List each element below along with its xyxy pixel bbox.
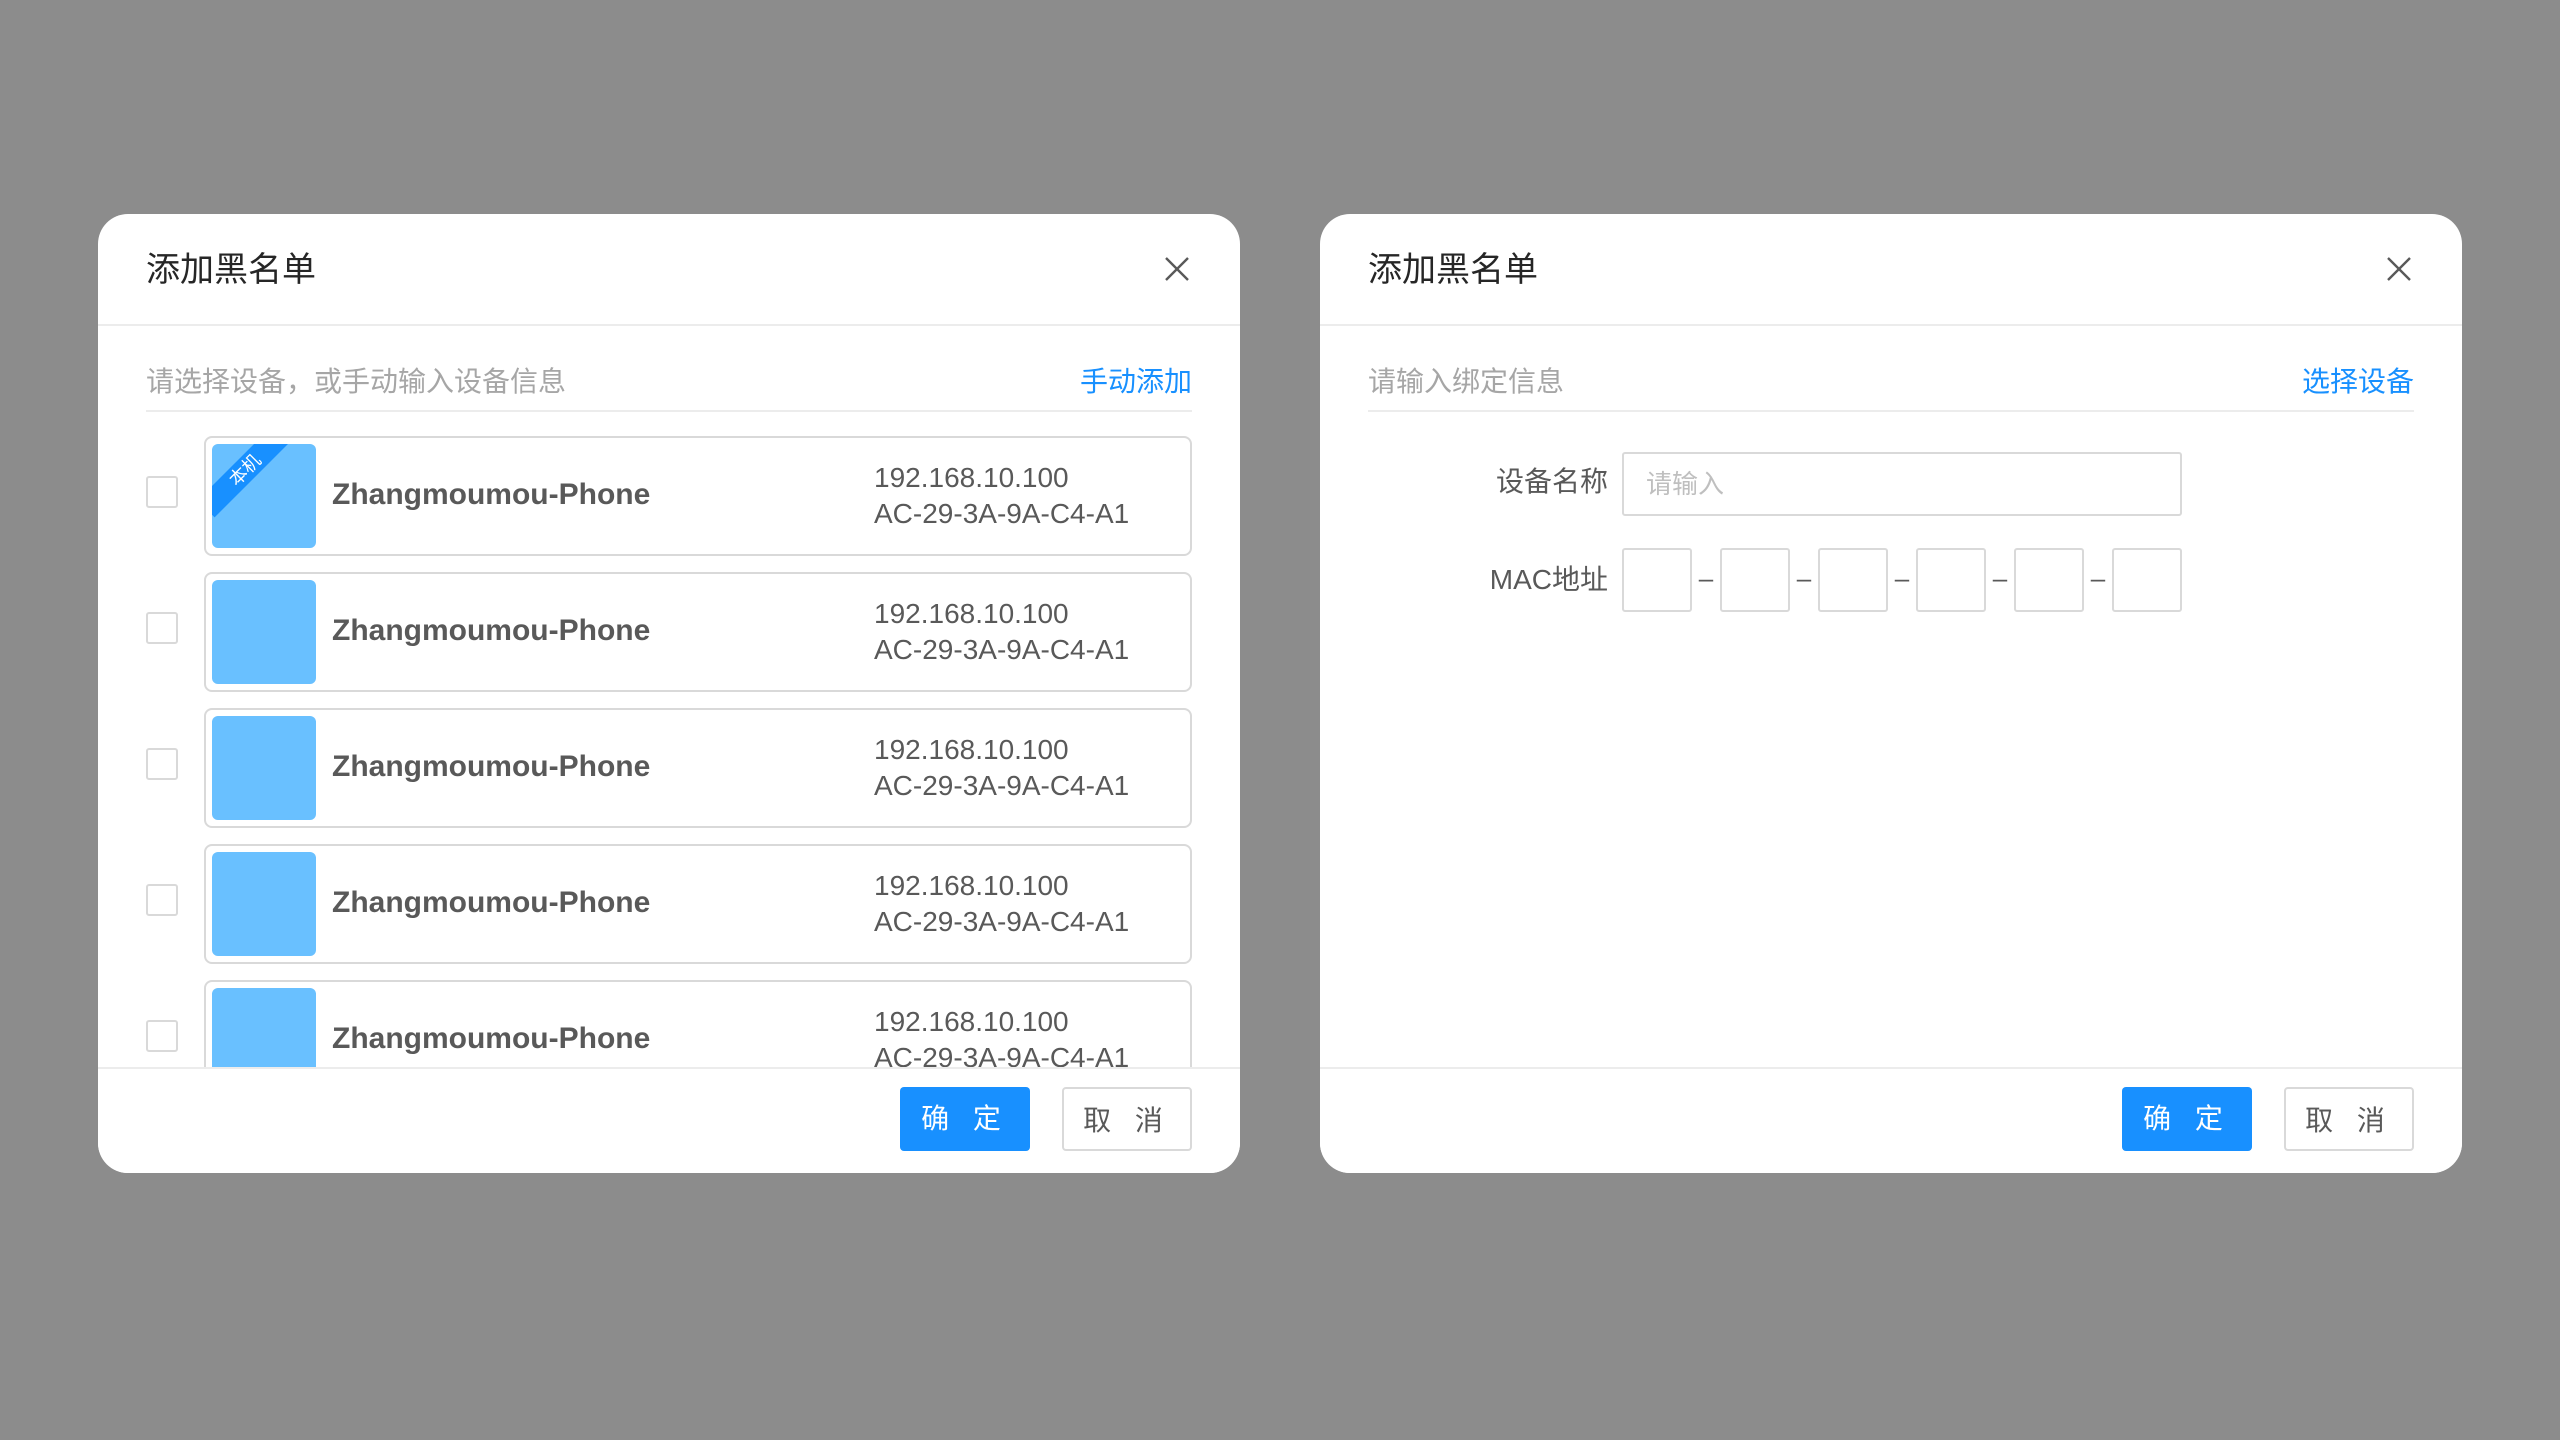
local-device-tag: 本机 bbox=[212, 444, 293, 518]
device-ip: 192.168.10.100 bbox=[874, 1006, 1069, 1037]
device-card[interactable]: Zhangmoumou-Phone 192.168.10.100 AC-29-3… bbox=[204, 844, 1192, 964]
mac-address-label: MAC地址 bbox=[1489, 564, 1608, 595]
device-checkbox[interactable] bbox=[146, 1020, 178, 1052]
device-name: Zhangmoumou-Phone bbox=[332, 478, 651, 511]
close-button[interactable] bbox=[1160, 252, 1194, 286]
device-ip: 192.168.10.100 bbox=[874, 462, 1069, 493]
binding-hint-text: 请输入绑定信息 bbox=[1368, 366, 1565, 397]
sub-header: 请选择设备，或手动输入设备信息 手动添加 bbox=[146, 364, 1192, 412]
device-card[interactable]: Zhangmoumou-Phone 192.168.10.100 AC-29-3… bbox=[204, 572, 1192, 692]
device-mac: AC-29-3A-9A-C4-A1 bbox=[874, 498, 1130, 529]
device-list[interactable]: 本机 Zhangmoumou-Phone 192.168.10.100 AC-2… bbox=[146, 436, 1192, 1173]
device-mac: AC-29-3A-9A-C4-A1 bbox=[874, 634, 1130, 665]
device-thumbnail: 本机 bbox=[212, 444, 316, 548]
list-item: Zhangmoumou-Phone 192.168.10.100 AC-29-3… bbox=[146, 844, 1192, 964]
device-ip: 192.168.10.100 bbox=[874, 870, 1069, 901]
mac-segment-input-3[interactable] bbox=[1818, 548, 1888, 612]
list-item: Zhangmoumou-Phone 192.168.10.100 AC-29-3… bbox=[146, 572, 1192, 692]
close-icon bbox=[1165, 257, 1189, 281]
device-checkbox[interactable] bbox=[146, 884, 178, 916]
dialog-title: 添加黑名单 bbox=[146, 251, 316, 289]
dialog-title: 添加黑名单 bbox=[1368, 251, 1538, 289]
dialog-header: 添加黑名单 bbox=[98, 214, 1240, 326]
device-name-label: 设备名称 bbox=[1495, 466, 1608, 497]
device-thumbnail bbox=[212, 580, 316, 684]
confirm-button[interactable]: 确 定 bbox=[900, 1087, 1030, 1151]
mac-separator: – bbox=[1894, 563, 1910, 593]
device-thumbnail bbox=[212, 852, 316, 956]
device-name: Zhangmoumou-Phone bbox=[332, 1022, 651, 1055]
device-mac: AC-29-3A-9A-C4-A1 bbox=[874, 770, 1130, 801]
device-name: Zhangmoumou-Phone bbox=[332, 886, 651, 919]
device-ip: 192.168.10.100 bbox=[874, 734, 1069, 765]
device-name: Zhangmoumou-Phone bbox=[332, 750, 651, 783]
select-device-link[interactable]: 选择设备 bbox=[2302, 364, 2414, 400]
cancel-button[interactable]: 取 消 bbox=[2284, 1087, 2414, 1151]
close-icon bbox=[2387, 257, 2411, 281]
mac-segment-input-4[interactable] bbox=[1916, 548, 1986, 612]
device-checkbox[interactable] bbox=[146, 612, 178, 644]
device-card[interactable]: Zhangmoumou-Phone 192.168.10.100 AC-29-3… bbox=[204, 708, 1192, 828]
dialog-footer: 确 定 取 消 bbox=[1320, 1067, 2462, 1173]
device-card[interactable]: 本机 Zhangmoumou-Phone 192.168.10.100 AC-2… bbox=[204, 436, 1192, 556]
list-item: 本机 Zhangmoumou-Phone 192.168.10.100 AC-2… bbox=[146, 436, 1192, 556]
mac-segment-input-2[interactable] bbox=[1720, 548, 1790, 612]
device-name-input[interactable] bbox=[1622, 452, 2182, 516]
add-blacklist-dialog-select: 添加黑名单 请选择设备，或手动输入设备信息 手动添加 本机 Zhangmoumo… bbox=[98, 214, 1240, 1173]
device-name: Zhangmoumou-Phone bbox=[332, 614, 651, 647]
dialog-footer: 确 定 取 消 bbox=[98, 1067, 1240, 1173]
manual-add-link[interactable]: 手动添加 bbox=[1080, 364, 1192, 400]
mac-separator: – bbox=[1698, 563, 1714, 593]
dialog-header: 添加黑名单 bbox=[1320, 214, 2462, 326]
mac-segment-input-6[interactable] bbox=[2112, 548, 2182, 612]
select-hint-text: 请选择设备，或手动输入设备信息 bbox=[146, 366, 567, 397]
close-button[interactable] bbox=[2382, 252, 2416, 286]
mac-segment-input-5[interactable] bbox=[2014, 548, 2084, 612]
mac-segment-input-1[interactable] bbox=[1622, 548, 1692, 612]
device-checkbox[interactable] bbox=[146, 476, 178, 508]
list-item: Zhangmoumou-Phone 192.168.10.100 AC-29-3… bbox=[146, 708, 1192, 828]
add-blacklist-dialog-manual: 添加黑名单 请输入绑定信息 选择设备 设备名称 MAC地址 – – – – – … bbox=[1320, 214, 2462, 1173]
device-thumbnail bbox=[212, 716, 316, 820]
device-mac: AC-29-3A-9A-C4-A1 bbox=[874, 906, 1130, 937]
device-checkbox[interactable] bbox=[146, 748, 178, 780]
mac-separator: – bbox=[1796, 563, 1812, 593]
cancel-button[interactable]: 取 消 bbox=[1062, 1087, 1192, 1151]
mac-separator: – bbox=[2090, 563, 2106, 593]
mac-separator: – bbox=[1992, 563, 2008, 593]
sub-header: 请输入绑定信息 选择设备 bbox=[1368, 364, 2414, 412]
device-ip: 192.168.10.100 bbox=[874, 598, 1069, 629]
confirm-button[interactable]: 确 定 bbox=[2122, 1087, 2252, 1151]
